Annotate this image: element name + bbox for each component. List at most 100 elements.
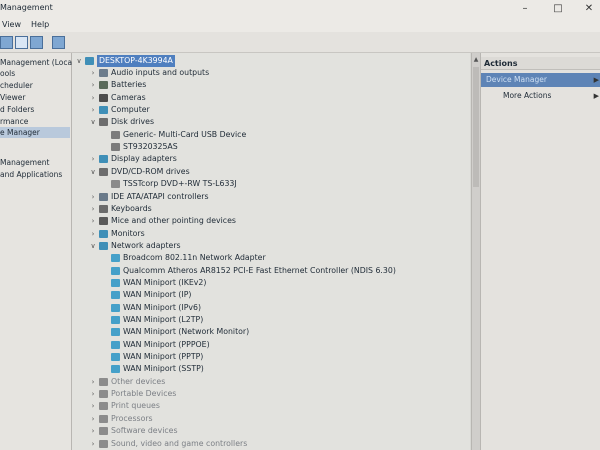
chevron-right-icon[interactable]: › xyxy=(88,438,98,450)
item-label: WAN Miniport (IP) xyxy=(123,290,192,300)
actions-pane: Actions Device Manager ▶ More Actions ▶ xyxy=(480,53,600,450)
close-icon[interactable]: ✕ xyxy=(579,3,599,14)
device-manager-action[interactable]: Device Manager ▶ xyxy=(481,73,600,87)
chevron-right-icon[interactable]: › xyxy=(88,400,98,412)
item-label: Keyboards xyxy=(111,203,152,213)
item-label: Audio inputs and outputs xyxy=(111,68,210,77)
chevron-down-icon[interactable]: ∨ xyxy=(88,116,98,128)
item-label: WAN Miniport (SSTP) xyxy=(123,364,204,374)
item-label: Generic- Multi-Card USB Device xyxy=(123,129,247,139)
network-icon xyxy=(111,365,120,374)
menu-help[interactable]: Help xyxy=(31,20,49,29)
scroll-thumb[interactable] xyxy=(473,67,479,187)
item-label: DVD/CD-ROM drives xyxy=(111,166,190,176)
speaker-icon xyxy=(99,69,108,77)
network-icon xyxy=(111,353,120,362)
item-label: Print queues xyxy=(111,401,160,411)
chevron-right-icon[interactable]: › xyxy=(88,191,98,203)
network-icon xyxy=(111,340,120,349)
chevron-down-icon[interactable]: ∨ xyxy=(88,166,98,178)
disk-icon xyxy=(111,130,120,139)
chevron-right-icon[interactable]: › xyxy=(88,79,98,91)
show-hide-icon[interactable] xyxy=(30,36,43,49)
item-label: ST9320325AS xyxy=(123,142,178,152)
chevron-right-icon[interactable]: › xyxy=(88,67,98,79)
other-devices-icon xyxy=(99,377,108,386)
printer-icon xyxy=(99,402,108,411)
dvd-drive-icon xyxy=(99,167,108,176)
help-icon[interactable] xyxy=(15,36,28,49)
scroll-up-icon[interactable]: ▲ xyxy=(472,56,480,63)
chevron-down-icon[interactable]: ∨ xyxy=(88,240,98,252)
item-label: Processors xyxy=(111,413,153,423)
network-icon xyxy=(111,316,120,324)
nav-item[interactable]: cheduler xyxy=(0,80,33,91)
menu-view[interactable]: View xyxy=(2,20,21,29)
vertical-scrollbar[interactable]: ▲ xyxy=(471,53,480,450)
display-adapter-icon xyxy=(99,155,108,164)
item-label: Software devices xyxy=(111,426,178,436)
network-icon xyxy=(111,291,120,300)
chevron-right-icon[interactable]: › xyxy=(88,388,98,400)
item-label: WAN Miniport (PPTP) xyxy=(123,352,204,362)
chevron-right-icon[interactable]: › xyxy=(88,228,98,240)
computer-icon xyxy=(85,57,94,65)
nav-item[interactable]: d Folders xyxy=(0,104,34,115)
item-label: Sound, video and game controllers xyxy=(111,438,248,448)
item-label: Broadcom 802.11n Network Adapter xyxy=(123,253,266,263)
title-bar: Management – □ ✕ xyxy=(0,0,600,18)
item-label: Qualcomm Atheros AR8152 PCI-E Fast Ether… xyxy=(123,265,396,275)
chevron-right-icon[interactable]: › xyxy=(88,153,98,165)
monitor-icon xyxy=(99,229,108,238)
nav-item[interactable]: ools xyxy=(0,68,15,79)
disk-drive-icon xyxy=(99,118,108,127)
battery-icon xyxy=(99,81,108,90)
item-label: WAN Miniport (Network Monitor) xyxy=(123,327,250,337)
mouse-icon xyxy=(99,217,108,226)
nav-item[interactable]: Management (Local xyxy=(0,57,74,68)
chevron-right-icon[interactable]: › xyxy=(88,92,98,104)
computer-icon xyxy=(99,106,108,115)
keyboard-icon xyxy=(99,204,108,213)
nav-item[interactable]: Viewer xyxy=(0,92,26,103)
dvd-icon xyxy=(111,180,120,189)
chevron-right-icon[interactable]: › xyxy=(88,425,98,437)
properties-icon[interactable] xyxy=(0,36,13,49)
network-icon xyxy=(111,254,120,263)
chevron-right-icon: ▶ xyxy=(593,76,599,84)
item-label: Computer xyxy=(111,105,150,115)
minimize-icon[interactable]: – xyxy=(515,3,535,14)
chevron-right-icon[interactable]: › xyxy=(88,203,98,215)
nav-item[interactable]: Management xyxy=(0,157,49,168)
sound-icon xyxy=(99,439,108,448)
chevron-right-icon[interactable]: › xyxy=(88,413,98,425)
console-tree: Management (Local ools cheduler Viewer d Fol… xyxy=(0,53,74,450)
network-icon xyxy=(111,328,120,337)
network-icon xyxy=(111,278,120,287)
actions-header: Actions xyxy=(481,57,600,70)
item-label: TSSTcorp DVD+-RW TS-L633J xyxy=(123,179,237,189)
nav-item[interactable]: and Applications xyxy=(0,169,62,180)
item-label: Portable Devices xyxy=(111,389,177,399)
scan-hardware-icon[interactable] xyxy=(52,36,65,49)
item-label: WAN Miniport (PPPOE) xyxy=(123,339,210,349)
chevron-right-icon[interactable]: › xyxy=(88,104,98,116)
item-label: Network adapters xyxy=(111,240,181,250)
item-label: Mice and other pointing devices xyxy=(111,216,236,226)
chevron-right-icon[interactable]: › xyxy=(88,215,98,227)
nav-item[interactable]: rmance xyxy=(0,116,28,127)
chevron-down-icon[interactable]: ∨ xyxy=(74,55,84,67)
more-actions-link[interactable]: More Actions xyxy=(503,91,551,100)
chevron-right-icon: ▶ xyxy=(593,92,599,100)
nav-item[interactable]: e Manager xyxy=(0,127,70,138)
chevron-right-icon[interactable]: › xyxy=(88,376,98,388)
ide-controller-icon xyxy=(99,192,108,201)
camera-icon xyxy=(99,93,108,102)
network-icon xyxy=(111,266,120,275)
processor-icon xyxy=(99,414,108,423)
item-label: WAN Miniport (L2TP) xyxy=(123,315,204,324)
maximize-icon[interactable]: □ xyxy=(548,3,568,14)
portable-device-icon xyxy=(99,390,108,399)
item-label: Cameras xyxy=(111,92,146,102)
disk-icon xyxy=(111,143,120,152)
